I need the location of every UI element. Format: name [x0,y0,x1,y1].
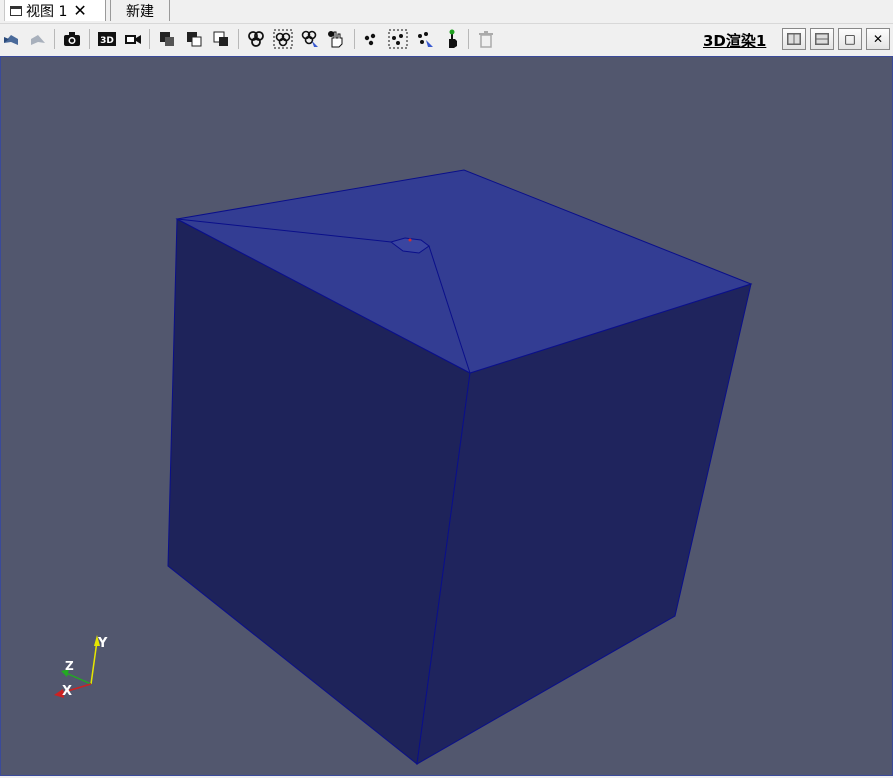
maximize-button[interactable]: □ [838,28,862,50]
split-vertical-button[interactable] [810,28,834,50]
record-icon[interactable] [122,28,144,50]
maximize-icon: □ [844,32,856,46]
tab-view-1-label: 视图 1 [26,3,68,20]
tab-new[interactable]: 新建 [110,0,170,21]
tab-view-1[interactable]: 视图 1 ✕ [4,0,106,21]
select-points-on-icon[interactable] [360,28,382,50]
window-icon [10,5,22,16]
render-viewport[interactable]: Y Z X [0,56,893,776]
orient-icon[interactable] [210,28,232,50]
camera-capture-icon[interactable] [61,28,83,50]
interactive-select-points-icon[interactable] [414,28,436,50]
close-view-button[interactable]: ✕ [866,28,890,50]
axis-x-label: X [62,684,72,699]
axis-z-label: Z [65,659,74,673]
hover-points-icon[interactable] [441,28,463,50]
interactive-select-cells-icon[interactable] [299,28,321,50]
split-horizontal-icon [787,33,801,45]
split-vertical-icon [815,33,829,45]
tab-new-label: 新建 [126,3,154,20]
zoom-box-icon[interactable] [183,28,205,50]
select-points-frustum-icon[interactable] [387,28,409,50]
clear-selection-icon[interactable] [475,28,497,50]
svg-text:3D: 3D [100,36,114,46]
axis-y-label: Y [97,636,108,651]
reset-view-icon[interactable] [156,28,178,50]
orientation-axes: Y Z X [54,635,108,699]
close-tab-icon[interactable]: ✕ [73,1,86,20]
undo-camera-icon[interactable] [0,28,22,50]
view-toolbar: 3D 3D渲染1 □ ✕ [0,23,893,55]
grab-select-icon[interactable] [325,28,347,50]
3d-toggle-icon[interactable]: 3D [96,28,118,50]
split-horizontal-button[interactable] [782,28,806,50]
close-icon: ✕ [872,32,884,46]
select-cells-frustum-icon[interactable] [272,28,294,50]
view-tab-bar: 视图 1 ✕ 新建 [0,0,893,22]
cube-scene: Y Z X [54,169,753,765]
render-view-label[interactable]: 3D渲染1 [703,30,766,51]
pick-point-marker [408,238,412,242]
select-cells-on-icon[interactable] [245,28,267,50]
redo-camera-icon[interactable] [27,28,49,50]
